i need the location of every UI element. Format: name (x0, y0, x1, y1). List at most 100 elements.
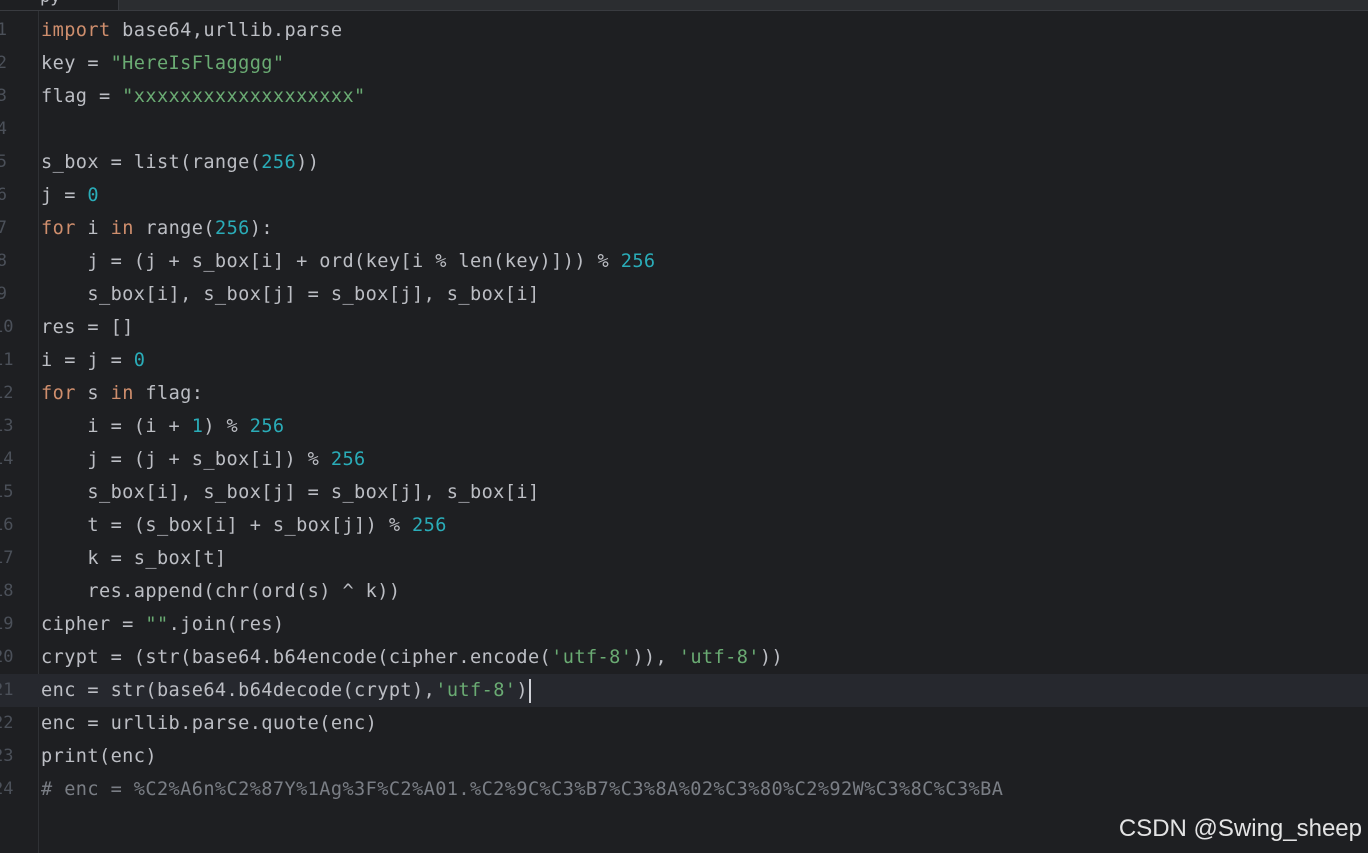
code-token: "" (145, 614, 169, 635)
code-token: 256 (620, 251, 656, 272)
line-number: 17 (0, 548, 14, 568)
code-token: 'utf-8' (435, 680, 517, 701)
code-text[interactable]: j = (j + s_box[i]) % 256 (41, 443, 366, 476)
line-number: 23 (0, 746, 14, 766)
code-line[interactable]: 19 cipher = "".join(res) (0, 608, 1368, 641)
code-token: .join(res) (168, 614, 285, 635)
code-line[interactable]: 5 s_box = list(range(256)) (0, 146, 1368, 179)
code-line[interactable]: 17 k = s_box[t] (0, 542, 1368, 575)
code-token: enc = urllib.parse.quote(enc) (41, 713, 378, 734)
code-token: crypt = (str(base64.b64encode(cipher.enc… (41, 647, 552, 668)
code-line[interactable]: 22 enc = urllib.parse.quote(enc) (0, 707, 1368, 740)
code-text[interactable]: for i in range(256): (41, 212, 273, 245)
code-text[interactable]: flag = "xxxxxxxxxxxxxxxxxxx" (41, 80, 366, 113)
code-token: for (41, 383, 88, 404)
code-line[interactable]: 24 # enc = %C2%A6n%C2%87Y%1Ag%3F%C2%A01.%… (0, 773, 1368, 806)
code-text[interactable]: k = s_box[t] (41, 542, 227, 575)
line-number: 5 (0, 152, 7, 172)
code-line[interactable]: 20 crypt = (str(base64.b64encode(cipher.e… (0, 641, 1368, 674)
code-token: ) (516, 680, 528, 701)
code-token: 'utf-8' (678, 647, 760, 668)
code-text[interactable]: enc = str(base64.b64decode(crypt),'utf-8… (41, 674, 531, 707)
code-line[interactable]: 15 s_box[i], s_box[j] = s_box[j], s_box[… (0, 476, 1368, 509)
code-text[interactable]: j = (j + s_box[i] + ord(key[i % len(key)… (41, 245, 656, 278)
code-line[interactable]: 2 key = "HereIsFlagggg" (0, 47, 1368, 80)
code-text[interactable]: for s in flag: (41, 377, 203, 410)
code-text[interactable]: j = 0 (41, 179, 99, 212)
code-line[interactable]: 16 t = (s_box[i] + s_box[j]) % 256 (0, 509, 1368, 542)
code-text[interactable]: t = (s_box[i] + s_box[j]) % 256 (41, 509, 447, 542)
line-number: 4 (0, 119, 7, 139)
line-number: 15 (0, 482, 14, 502)
code-line[interactable]: 14 j = (j + s_box[i]) % 256 (0, 443, 1368, 476)
line-number: 11 (0, 350, 14, 370)
code-token: for (41, 218, 88, 239)
line-number: 22 (0, 713, 14, 733)
code-token: flag = (41, 86, 123, 107)
code-token: )), (632, 647, 679, 668)
code-text[interactable]: enc = urllib.parse.quote(enc) (41, 707, 377, 740)
line-number: 24 (0, 779, 14, 799)
code-text[interactable]: cipher = "".join(res) (41, 608, 285, 641)
code-line[interactable]: 12 for s in flag: (0, 377, 1368, 410)
code-token: i (87, 218, 111, 239)
code-text[interactable]: key = "HereIsFlagggg" (41, 47, 285, 80)
watermark: CSDN @Swing_sheep (1118, 815, 1362, 842)
code-token: k = s_box[t] (41, 548, 227, 569)
code-token: "xxxxxxxxxxxxxxxxxxx" (122, 86, 366, 107)
code-line[interactable]: 7 for i in range(256): (0, 212, 1368, 245)
editor-tab-bar: py (0, 0, 1368, 11)
code-line[interactable]: 6 j = 0 (0, 179, 1368, 212)
code-text[interactable]: import base64,urllib.parse (41, 14, 342, 47)
code-token: 256 (214, 218, 250, 239)
editor-tab-active[interactable]: py (0, 0, 119, 10)
code-line[interactable]: 3 flag = "xxxxxxxxxxxxxxxxxxx" (0, 80, 1368, 113)
code-text[interactable]: res.append(chr(ord(s) ^ k)) (41, 575, 400, 608)
code-editor[interactable]: py 1 import base64,urllib.parse 2 key = "He… (0, 0, 1368, 853)
code-token: cipher = (41, 614, 146, 635)
line-number: 13 (0, 416, 14, 436)
code-text[interactable]: s_box[i], s_box[j] = s_box[j], s_box[i] (41, 476, 540, 509)
code-line[interactable]: 11 i = j = 0 (0, 344, 1368, 377)
code-line[interactable]: 13 i = (i + 1) % 256 (0, 410, 1368, 443)
code-token: s (87, 383, 111, 404)
code-text[interactable]: print(enc) (41, 740, 157, 773)
code-token: flag: (145, 383, 204, 404)
code-line[interactable]: 9 s_box[i], s_box[j] = s_box[j], s_box[i… (0, 278, 1368, 311)
line-number: 19 (0, 614, 14, 634)
code-line[interactable]: 8 j = (j + s_box[i] + ord(key[i % len(ke… (0, 245, 1368, 278)
code-token: t = (s_box[i] + s_box[j]) % (41, 515, 413, 536)
code-token: print(enc) (41, 746, 157, 767)
code-token: import (41, 20, 123, 41)
code-token: i = (i + (41, 416, 192, 437)
line-number: 21 (0, 680, 14, 700)
code-text[interactable]: crypt = (str(base64.b64encode(cipher.enc… (41, 641, 783, 674)
code-text[interactable]: i = j = 0 (41, 344, 145, 377)
code-lines[interactable]: 1 import base64,urllib.parse 2 key = "HereI… (0, 14, 1368, 806)
code-token: 0 (133, 350, 146, 371)
code-text[interactable]: i = (i + 1) % 256 (41, 410, 285, 443)
code-line[interactable]: 1 import base64,urllib.parse (0, 14, 1368, 47)
code-token: )) (296, 152, 320, 173)
code-token: i = j = (41, 350, 134, 371)
code-line[interactable]: 23 print(enc) (0, 740, 1368, 773)
code-line[interactable]: 4 (0, 113, 1368, 146)
code-token: 1 (191, 416, 204, 437)
code-text[interactable]: s_box[i], s_box[j] = s_box[j], s_box[i] (41, 278, 540, 311)
line-number: 12 (0, 383, 14, 403)
code-line[interactable]: 18 res.append(chr(ord(s) ^ k)) (0, 575, 1368, 608)
code-line[interactable]: 21 enc = str(base64.b64decode(crypt),'utf… (0, 674, 1368, 707)
line-number: 7 (0, 218, 7, 238)
code-token: )) (759, 647, 784, 668)
code-token: res = [] (41, 317, 134, 338)
line-number: 16 (0, 515, 14, 535)
code-token: in (110, 218, 146, 239)
code-text[interactable]: s_box = list(range(256)) (41, 146, 319, 179)
code-token: in (110, 383, 146, 404)
code-text[interactable]: res = [] (41, 311, 134, 344)
code-text[interactable]: # enc = %C2%A6n%C2%87Y%1Ag%3F%C2%A01.%C2… (41, 773, 1003, 806)
code-token: res.append(chr(ord(s) ^ k)) (41, 581, 401, 602)
code-line[interactable]: 10 res = [] (0, 311, 1368, 344)
line-number: 14 (0, 449, 14, 469)
code-token: s_box = list(range( (41, 152, 262, 173)
